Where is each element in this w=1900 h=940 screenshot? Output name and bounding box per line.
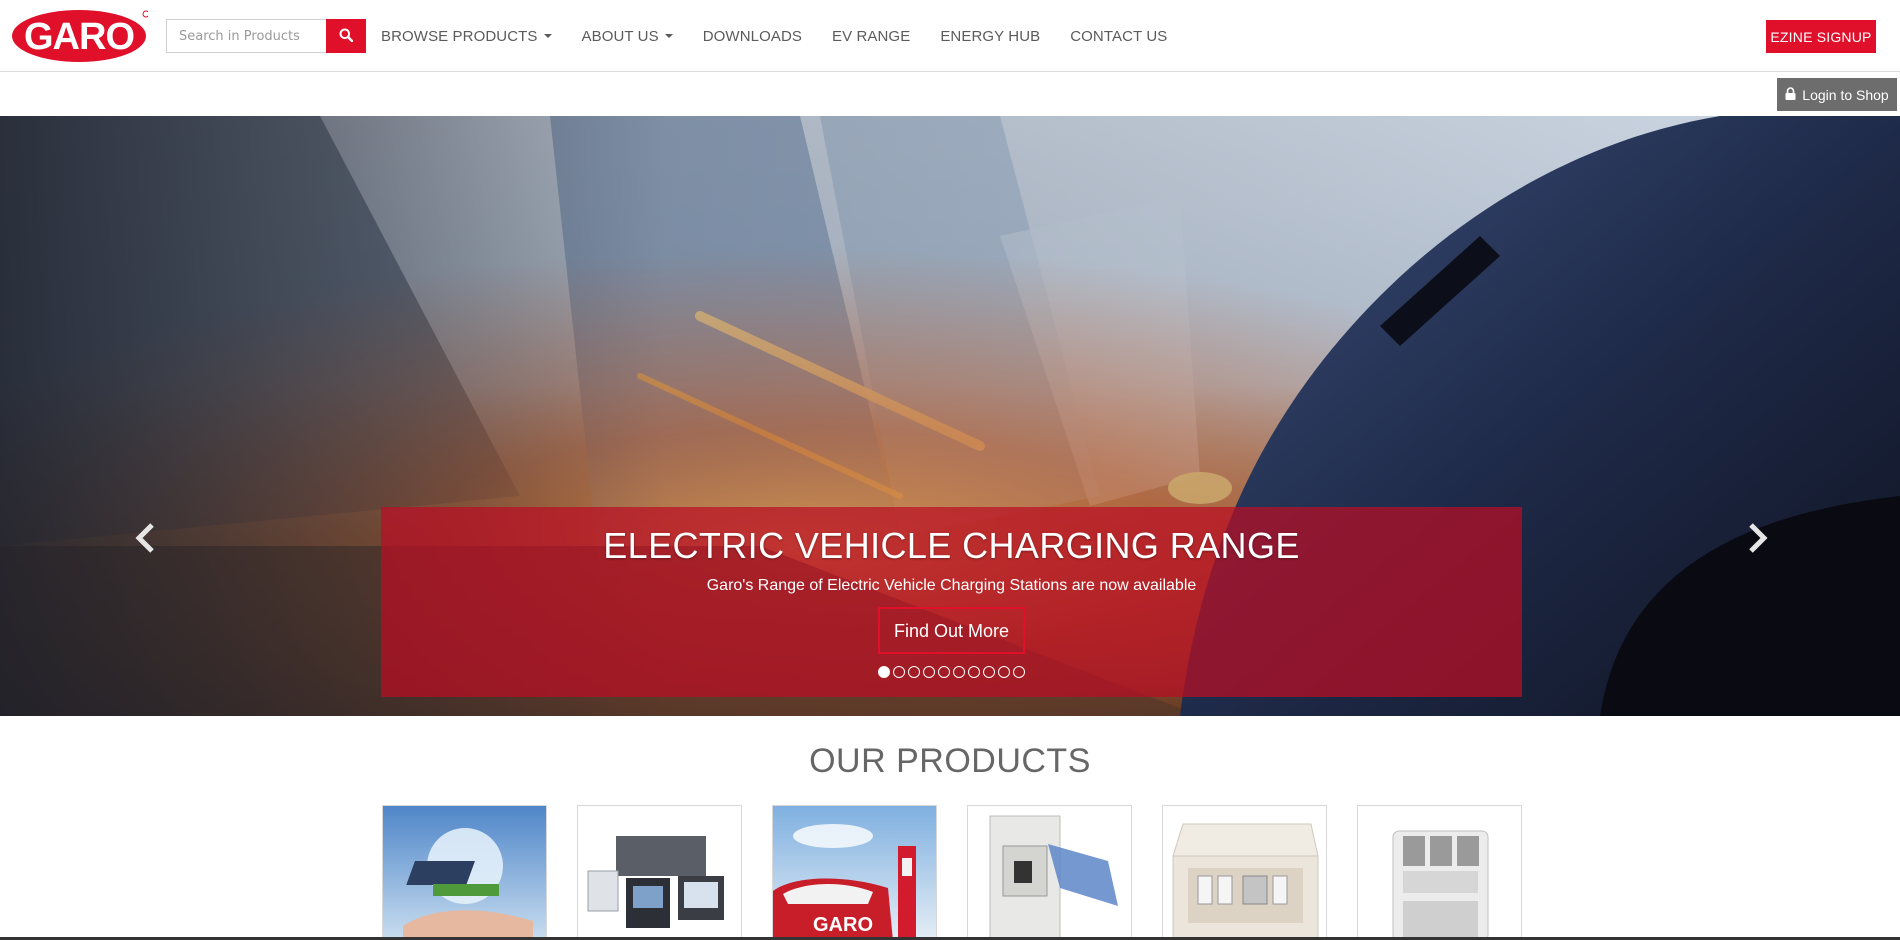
product-card-enclosure[interactable] bbox=[967, 805, 1132, 940]
nav-label: EV RANGE bbox=[831, 27, 911, 45]
carousel-dot[interactable] bbox=[953, 666, 965, 678]
carousel-prev-button[interactable] bbox=[125, 518, 165, 558]
carousel-next-button[interactable] bbox=[1738, 518, 1778, 558]
nav-downloads[interactable]: DOWNLOADS bbox=[688, 28, 817, 45]
product-image-energy-meters bbox=[578, 806, 741, 939]
nav-energy-hub[interactable]: ENERGY HUB bbox=[925, 28, 1055, 45]
carousel-dot[interactable] bbox=[983, 666, 995, 678]
garo-logo[interactable]: GARO bbox=[10, 8, 150, 64]
carousel-caption: ELECTRIC VEHICLE CHARGING RANGE Garo's R… bbox=[381, 507, 1522, 697]
nav-label: ABOUT US bbox=[581, 27, 659, 45]
products-grid: GARO bbox=[382, 805, 1522, 940]
site-header: GARO BROWSE PRODUCTS ABOUT US DOWNLOADS bbox=[0, 0, 1900, 72]
logo-text: GARO bbox=[24, 16, 134, 58]
login-to-shop-button[interactable]: Login to Shop bbox=[1777, 78, 1897, 111]
nav-ev-range[interactable]: EV RANGE bbox=[817, 28, 925, 45]
login-label: Login to Shop bbox=[1802, 86, 1889, 103]
nav-label: BROWSE PRODUCTS bbox=[381, 27, 538, 45]
chevron-right-icon bbox=[1749, 523, 1768, 553]
product-card-ev-charging[interactable]: GARO bbox=[772, 805, 937, 940]
product-card-solar[interactable] bbox=[382, 805, 547, 940]
carousel-dot[interactable] bbox=[923, 666, 935, 678]
nav-label: CONTACT US bbox=[1070, 27, 1168, 45]
nav-label: ENERGY HUB bbox=[940, 27, 1041, 45]
main-nav: BROWSE PRODUCTS ABOUT US DOWNLOADS EV RA… bbox=[366, 0, 1182, 72]
caption-title: ELECTRIC VEHICLE CHARGING RANGE bbox=[603, 525, 1300, 566]
nav-browse-products[interactable]: BROWSE PRODUCTS bbox=[366, 28, 567, 45]
caret-down-icon bbox=[543, 34, 552, 38]
carousel-dot[interactable] bbox=[908, 666, 920, 678]
nav-about-us[interactable]: ABOUT US bbox=[567, 28, 688, 45]
search-button[interactable] bbox=[326, 19, 366, 53]
products-heading: OUR PRODUCTS bbox=[809, 742, 1091, 780]
product-card-circuit-breaker[interactable] bbox=[1357, 805, 1522, 940]
search-icon bbox=[339, 28, 354, 45]
search-input[interactable] bbox=[166, 19, 326, 53]
hero-carousel: ELECTRIC VEHICLE CHARGING RANGE Garo's R… bbox=[0, 116, 1900, 716]
carousel-dot[interactable] bbox=[938, 666, 950, 678]
product-search bbox=[166, 19, 366, 53]
chevron-left-icon bbox=[135, 523, 154, 553]
product-image-ev-charging-car: GARO bbox=[773, 806, 936, 939]
product-card-meters[interactable] bbox=[577, 805, 742, 940]
carousel-indicators bbox=[381, 666, 1522, 678]
caret-down-icon bbox=[664, 34, 673, 38]
carousel-dot[interactable] bbox=[893, 666, 905, 678]
svg-text:GARO: GARO bbox=[813, 914, 873, 936]
caption-subtitle: Garo's Range of Electric Vehicle Chargin… bbox=[706, 577, 1197, 594]
product-image-circuit-breaker bbox=[1358, 806, 1521, 939]
nav-contact-us[interactable]: CONTACT US bbox=[1055, 28, 1182, 45]
nav-label: DOWNLOADS bbox=[702, 27, 802, 45]
find-out-more-button[interactable]: Find Out More bbox=[877, 607, 1026, 654]
product-card-consumer-unit[interactable] bbox=[1162, 805, 1327, 940]
carousel-dot[interactable] bbox=[878, 666, 890, 678]
carousel-dot[interactable] bbox=[1013, 666, 1025, 678]
ezine-signup-button[interactable]: EZINE SIGNUP bbox=[1766, 20, 1876, 53]
product-image-consumer-unit bbox=[1163, 806, 1326, 939]
product-image-solar-lightbulb bbox=[383, 806, 546, 939]
lock-icon bbox=[1785, 86, 1796, 103]
carousel-dot[interactable] bbox=[998, 666, 1010, 678]
product-image-enclosure bbox=[968, 806, 1131, 939]
carousel-dot[interactable] bbox=[968, 666, 980, 678]
